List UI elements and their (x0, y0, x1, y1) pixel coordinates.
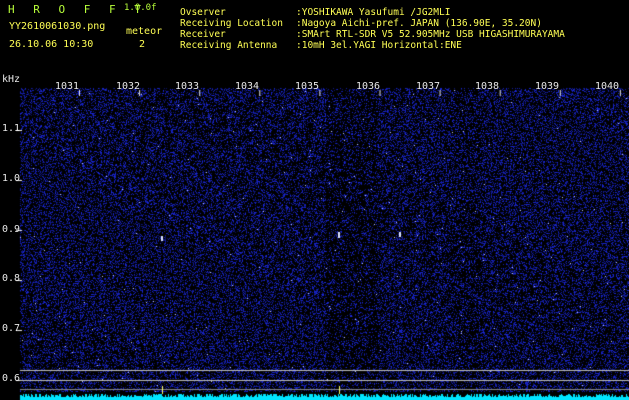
x-tick-1038: 1038 (475, 81, 500, 92)
y-tick-1-1: 1.1 (2, 123, 21, 134)
y-tick-1-0: 1.0 (2, 173, 21, 184)
x-tick-1039: 1039 (535, 81, 560, 92)
y-axis-unit: kHz (2, 74, 21, 85)
capture-datetime: 26.10.06 10:30 (9, 39, 94, 50)
y-tick-0-9: 0.9 (2, 224, 21, 235)
location-label: Receiving Location (180, 18, 283, 29)
x-tick-1034: 1034 (235, 81, 260, 92)
y-tick-0-6: 0.6 (2, 373, 21, 384)
observer-value: :YOSHIKAWA Yasufumi /JG2MLI (296, 7, 451, 18)
location-value: :Nagoya Aichi-pref. JAPAN (136.90E, 35.2… (296, 18, 542, 29)
x-tick-1035: 1035 (295, 81, 320, 92)
x-tick-1032: 1032 (116, 81, 141, 92)
receiver-label: Receiver (180, 29, 226, 40)
x-tick-1033: 1033 (175, 81, 200, 92)
x-tick-1037: 1037 (416, 81, 441, 92)
y-tick-0-7: 0.7 (2, 323, 21, 334)
x-tick-1036: 1036 (356, 81, 381, 92)
receiver-value: :SMArt RTL-SDR V5 52.905MHz USB HIGASHIM… (296, 29, 565, 40)
y-tick-0-8: 0.8 (2, 273, 21, 284)
antenna-label: Receiving Antenna (180, 40, 278, 51)
spectrogram (0, 74, 629, 400)
image-filename: YY2610061030.png (9, 21, 106, 32)
spectrogram-canvas (0, 74, 629, 400)
antenna-value: :10mH 3el.YAGI Horizontal:ENE (296, 40, 462, 51)
meteor-count: 2 (139, 39, 146, 50)
meteor-label: meteor (126, 26, 163, 37)
hroft-screen: H R O F F T 1.0.0f YY2610061030.png 26.1… (0, 0, 629, 400)
app-version: 1.0.0f (124, 3, 157, 13)
x-tick-1031: 1031 (55, 81, 80, 92)
x-tick-1040: 1040 (595, 81, 620, 92)
observer-label: Ovserver (180, 7, 226, 18)
